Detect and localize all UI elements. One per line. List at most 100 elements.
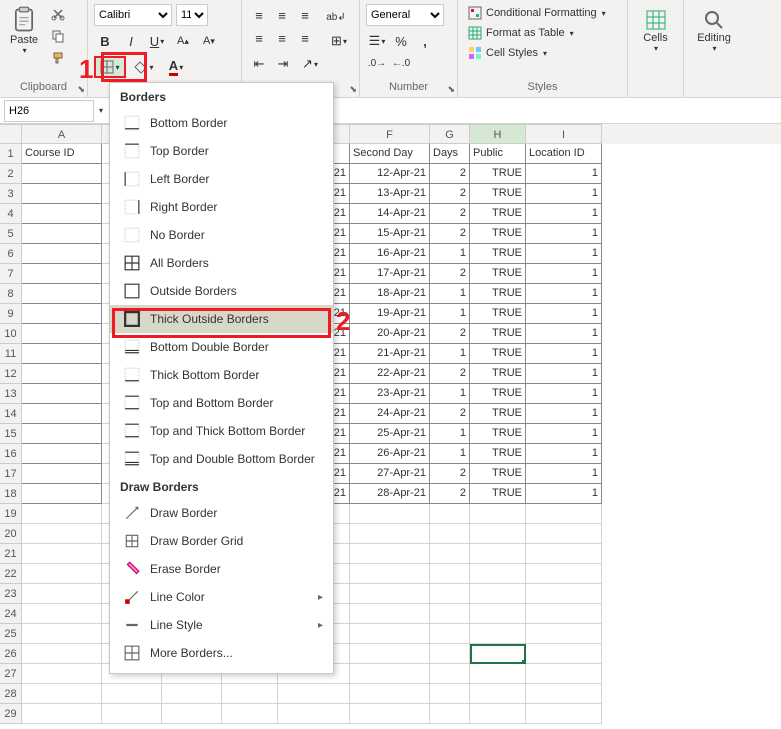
cell[interactable]	[526, 524, 602, 544]
cell[interactable]: 1	[526, 384, 602, 404]
cell[interactable]: 1	[430, 284, 470, 304]
paste-button[interactable]: Paste ▾	[6, 4, 42, 57]
cell[interactable]	[162, 704, 222, 724]
border-item-left-border[interactable]: Left Border	[110, 165, 333, 193]
cell[interactable]	[350, 684, 430, 704]
cell[interactable]: 23-Apr-21	[350, 384, 430, 404]
cell[interactable]	[470, 644, 526, 664]
cell[interactable]: Location ID	[526, 144, 602, 164]
align-middle-button[interactable]: ≡	[271, 4, 293, 26]
cell[interactable]	[22, 484, 102, 504]
cut-button[interactable]	[48, 4, 68, 24]
col-header-F[interactable]: F	[350, 124, 430, 144]
border-item-top-border[interactable]: Top Border	[110, 137, 333, 165]
border-item-top-and-bottom-border[interactable]: Top and Bottom Border	[110, 389, 333, 417]
cell[interactable]	[430, 604, 470, 624]
cell[interactable]: 2	[430, 184, 470, 204]
font-name-select[interactable]: Calibri	[94, 4, 172, 26]
cell[interactable]	[222, 684, 278, 704]
cell[interactable]: TRUE	[470, 304, 526, 324]
row-header[interactable]: 12	[0, 364, 22, 384]
cell[interactable]: 2	[430, 264, 470, 284]
cell[interactable]	[430, 704, 470, 724]
draw-item-line-style[interactable]: Line Style▸	[110, 611, 333, 639]
cell[interactable]: 1	[430, 384, 470, 404]
border-item-outside-borders[interactable]: Outside Borders	[110, 277, 333, 305]
border-item-top-and-thick-bottom-border[interactable]: Top and Thick Bottom Border	[110, 417, 333, 445]
cell[interactable]: TRUE	[470, 264, 526, 284]
row-header[interactable]: 6	[0, 244, 22, 264]
row-header[interactable]: 25	[0, 624, 22, 644]
cell[interactable]	[22, 424, 102, 444]
col-header-H[interactable]: H	[470, 124, 526, 144]
underline-button[interactable]: U▾	[146, 30, 168, 52]
cell[interactable]: 1	[526, 364, 602, 384]
cell[interactable]	[22, 324, 102, 344]
cell[interactable]: 1	[526, 264, 602, 284]
cell[interactable]: 1	[526, 344, 602, 364]
cell[interactable]: 2	[430, 324, 470, 344]
draw-item-draw-border-grid[interactable]: Draw Border Grid	[110, 527, 333, 555]
cell[interactable]: Days	[430, 144, 470, 164]
cell[interactable]	[470, 564, 526, 584]
cell[interactable]	[22, 404, 102, 424]
cell[interactable]	[22, 344, 102, 364]
cell[interactable]: 1	[526, 324, 602, 344]
cell[interactable]: 1	[526, 204, 602, 224]
cell[interactable]	[278, 684, 350, 704]
row-header[interactable]: 22	[0, 564, 22, 584]
comma-button[interactable]: ,	[414, 30, 436, 52]
align-left-button[interactable]: ≡	[248, 27, 270, 49]
cell[interactable]	[162, 684, 222, 704]
cell[interactable]: TRUE	[470, 464, 526, 484]
font-size-select[interactable]: 11	[176, 4, 208, 26]
cell[interactable]	[102, 704, 162, 724]
cell[interactable]	[350, 564, 430, 584]
cell[interactable]	[350, 584, 430, 604]
wrap-text-button[interactable]: ab↲	[325, 6, 347, 28]
conditional-formatting-button[interactable]: Conditional Formatting▾	[464, 4, 621, 22]
cell[interactable]: TRUE	[470, 204, 526, 224]
col-header-I[interactable]: I	[526, 124, 602, 144]
cell[interactable]	[430, 504, 470, 524]
cell[interactable]: 2	[430, 484, 470, 504]
number-launcher[interactable]: ⬊	[447, 84, 455, 95]
cell[interactable]: 1	[526, 444, 602, 464]
cell[interactable]: 15-Apr-21	[350, 224, 430, 244]
cell[interactable]	[222, 704, 278, 724]
copy-button[interactable]	[48, 26, 68, 46]
cell[interactable]: 1	[526, 404, 602, 424]
border-item-all-borders[interactable]: All Borders	[110, 249, 333, 277]
draw-item-line-color[interactable]: Line Color▸	[110, 583, 333, 611]
cell[interactable]	[22, 304, 102, 324]
cell[interactable]: TRUE	[470, 224, 526, 244]
cell[interactable]: 13-Apr-21	[350, 184, 430, 204]
cell[interactable]	[430, 524, 470, 544]
cell[interactable]: 1	[526, 464, 602, 484]
row-header[interactable]: 26	[0, 644, 22, 664]
cell[interactable]	[526, 584, 602, 604]
cell[interactable]	[22, 364, 102, 384]
orientation-button[interactable]: ↗▾	[296, 53, 324, 75]
cell[interactable]: TRUE	[470, 164, 526, 184]
format-as-table-button[interactable]: Format as Table▾	[464, 24, 621, 42]
row-header[interactable]: 5	[0, 224, 22, 244]
cell[interactable]: TRUE	[470, 404, 526, 424]
row-header[interactable]: 24	[0, 604, 22, 624]
cell[interactable]	[430, 544, 470, 564]
increase-indent-button[interactable]: ⇥	[272, 53, 294, 75]
cells-button[interactable]: Cells▾	[634, 4, 677, 57]
draw-item-draw-border[interactable]: Draw Border	[110, 499, 333, 527]
row-header[interactable]: 28	[0, 684, 22, 704]
cell-styles-button[interactable]: Cell Styles▾	[464, 44, 621, 62]
cell[interactable]: 2	[430, 204, 470, 224]
cell[interactable]: 1	[526, 484, 602, 504]
cell[interactable]	[22, 224, 102, 244]
cell[interactable]	[526, 544, 602, 564]
border-item-right-border[interactable]: Right Border	[110, 193, 333, 221]
cell[interactable]	[22, 264, 102, 284]
cell[interactable]	[430, 664, 470, 684]
border-item-thick-bottom-border[interactable]: Thick Bottom Border	[110, 361, 333, 389]
row-header[interactable]: 2	[0, 164, 22, 184]
cell[interactable]: 16-Apr-21	[350, 244, 430, 264]
